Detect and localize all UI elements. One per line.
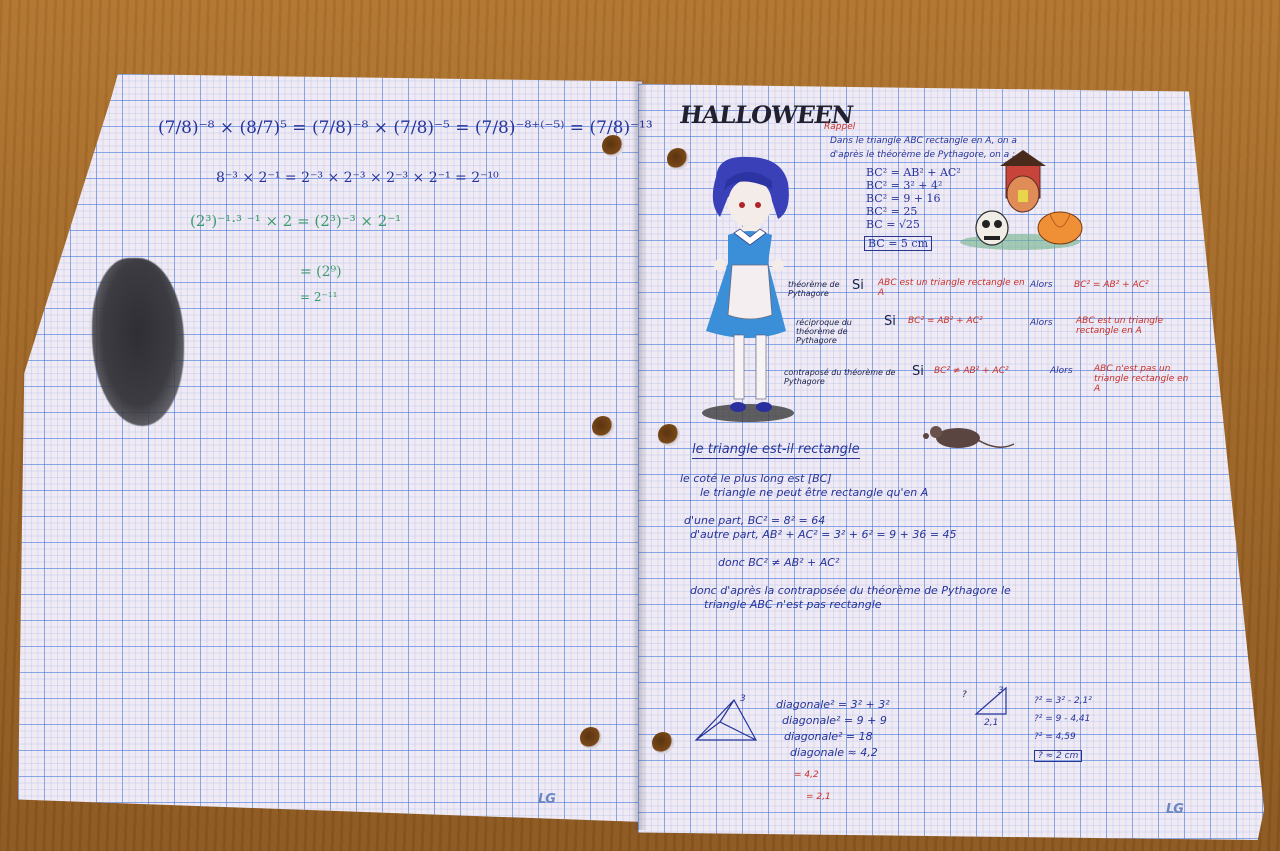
- side-line: ?² = 3² - 2,1²: [1034, 696, 1092, 706]
- rappel-label: Rappel: [824, 122, 856, 132]
- equation-fractions: (7/8)⁻⁸ × (8/7)⁵ = (7/8)⁻⁸ × (7/8)⁻⁵ = (…: [158, 118, 653, 138]
- reciprocal-condition: BC² = AB² + AC²: [908, 316, 983, 326]
- notebook-spine: [631, 80, 647, 830]
- theorem-alors: Alors: [1030, 280, 1053, 290]
- contrapositive-condition: BC² ≠ AB² + AC²: [934, 366, 1009, 376]
- equation-green-1: (2³)⁻¹·³ ⁻¹ × 2 = (2³)⁻³ × 2⁻¹: [190, 212, 402, 230]
- contrapositive-si: Si: [912, 364, 924, 379]
- reciprocal-si: Si: [884, 314, 896, 329]
- diagonal-line: diagonale² = 18: [784, 730, 873, 743]
- side-result: ? ≈ 2 cm: [1034, 750, 1083, 762]
- text-line: donc BC² ≠ AB² + AC²: [718, 556, 840, 569]
- side-line: ?² = 4,59: [1034, 732, 1076, 742]
- text-line: d'autre part, AB² + AC² = 3² + 6² = 9 + …: [690, 528, 957, 541]
- pyramid-sketch: [694, 698, 758, 741]
- text-line: triangle ABC n'est pas rectangle: [704, 598, 882, 611]
- right-triangle-sketch: [974, 686, 1007, 715]
- binder-hole: [658, 424, 680, 446]
- brand-logo: LG: [1166, 802, 1184, 817]
- text-line: le coté le plus long est [BC]: [680, 472, 832, 485]
- contrapositive-label: contraposé du théorème de Pythagore: [784, 368, 896, 386]
- triangle-label-q: ?: [962, 690, 967, 700]
- calc-line: BC² = 3² + 4²: [866, 179, 943, 192]
- diagonal-line: diagonale ≈ 4,2: [790, 746, 878, 759]
- binder-hole: [602, 135, 624, 157]
- rappel-line-2: d'après le théorème de Pythagore, on a :: [830, 150, 1016, 160]
- calc-line: BC² = 25: [866, 205, 918, 218]
- contrapositive-conclusion: ABC n'est pas un triangle rectangle en A: [1094, 364, 1189, 394]
- binder-hole: [652, 732, 674, 754]
- text-line: le triangle ne peut être rectangle qu'en…: [700, 486, 929, 499]
- equation-green-3: = 2⁻¹¹: [300, 290, 338, 304]
- theorem-conclusion: BC² = AB² + AC²: [1074, 280, 1149, 290]
- calc-result: BC = 5 cm: [864, 236, 933, 251]
- brand-logo: LG: [538, 792, 556, 807]
- equation-green-2: = (2⁹): [300, 264, 342, 280]
- diagonal-half-2: = 2,1: [806, 792, 831, 802]
- rappel-line-1: Dans le triangle ABC rectangle en A, on …: [830, 136, 1017, 146]
- section-title: le triangle est-il rectangle: [692, 442, 860, 459]
- equation-powers-of-two: 8⁻³ × 2⁻¹ = 2⁻³ × 2⁻³ × 2⁻³ × 2⁻¹ = 2⁻¹⁰: [216, 170, 499, 186]
- reciprocal-conclusion: ABC est un triangle rectangle en A: [1076, 316, 1164, 336]
- binder-hole: [667, 148, 689, 170]
- contrapositive-alors: Alors: [1050, 366, 1073, 376]
- text-line: donc d'après la contraposée du théorème …: [690, 584, 1011, 597]
- calc-line: BC² = 9 + 16: [866, 192, 941, 205]
- diagonal-line: diagonale² = 9 + 9: [782, 714, 887, 727]
- text-line: d'une part, BC² = 8² = 64: [684, 514, 826, 527]
- mouse-drawing: [923, 426, 1015, 448]
- theorem-condition: ABC est un triangle rectangle en A: [878, 278, 1025, 298]
- diagonal-half-1: = 4,2: [794, 770, 819, 780]
- binder-hole: [580, 727, 602, 749]
- reciprocal-label: réciproque du théorème de Pythagore: [796, 318, 852, 345]
- calc-line: BC² = AB² + AC²: [866, 166, 961, 179]
- theorem-si: Si: [852, 278, 864, 293]
- theorem-label: théorème de Pythagore: [788, 280, 840, 298]
- reciprocal-alors: Alors: [1030, 318, 1053, 328]
- left-notebook-page: [18, 74, 642, 822]
- side-line: ?² = 9 - 4,41: [1034, 714, 1091, 724]
- diagonal-line: diagonale² = 3² + 3²: [776, 698, 890, 711]
- calc-line: BC = √25: [866, 218, 920, 231]
- pumpkins-drawing: [960, 150, 1083, 250]
- triangle-label-21: 2,1: [984, 718, 999, 728]
- binder-hole: [592, 416, 614, 438]
- pyramid-label: 3: [740, 694, 746, 704]
- triangle-label-3: 3: [998, 686, 1004, 696]
